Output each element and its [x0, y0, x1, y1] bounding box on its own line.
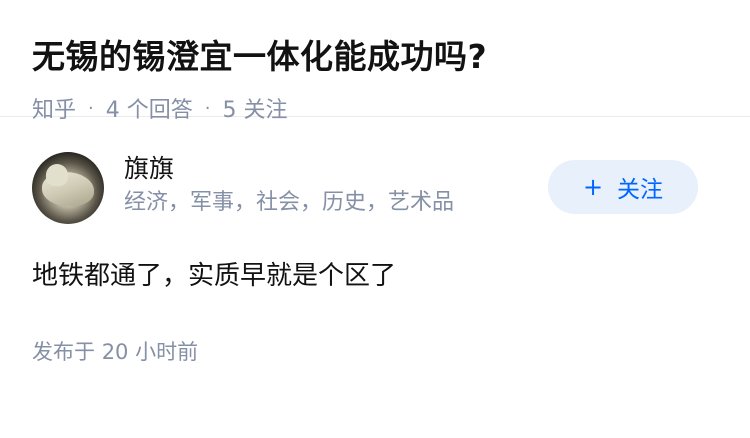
author-name[interactable]: 旗旗: [124, 152, 454, 186]
answer-card: 旗旗 经济，军事，社会，历史，艺术品 + 关注 地铁都通了，实质早就是个区了 发…: [0, 117, 750, 366]
follow-button[interactable]: + 关注: [548, 160, 698, 214]
publish-time-value: 20 小时前: [101, 340, 199, 364]
publish-time: 发布于 20 小时前: [32, 336, 718, 366]
author-info: 旗旗 经济，军事，社会，历史，艺术品: [124, 152, 454, 218]
publish-time-label: 发布于: [32, 340, 95, 364]
meta-separator: ·: [88, 97, 94, 119]
avatar[interactable]: [32, 152, 104, 224]
plus-icon: +: [582, 173, 604, 201]
meta-separator: ·: [204, 97, 211, 119]
answer-content[interactable]: 地铁都通了，实质早就是个区了: [32, 256, 718, 296]
follow-button-label: 关注: [617, 177, 664, 203]
jade-figure-head-icon: [46, 164, 68, 186]
question-title[interactable]: 无锡的锡澄宜一体化能成功吗?: [32, 34, 718, 80]
author-row: 旗旗 经济，军事，社会，历史，艺术品 + 关注: [32, 152, 718, 226]
question-header: 无锡的锡澄宜一体化能成功吗? 知乎 · 4 个回答 · 5 关注: [0, 0, 750, 123]
author-bio: 经济，军事，社会，历史，艺术品: [124, 190, 455, 215]
